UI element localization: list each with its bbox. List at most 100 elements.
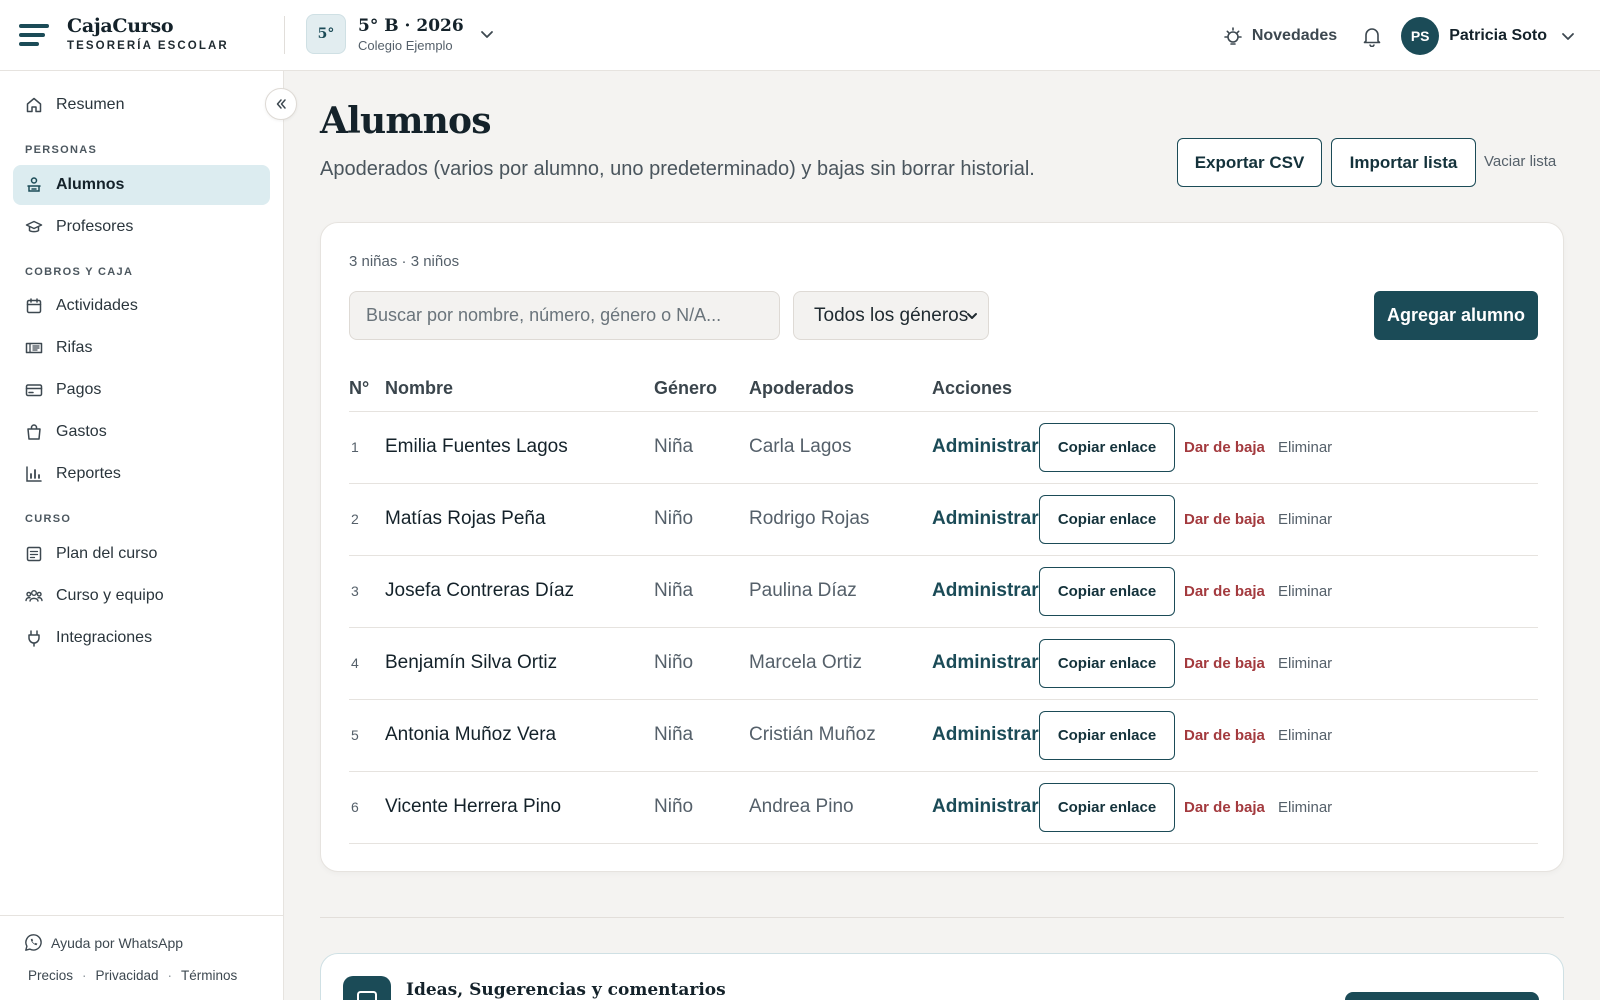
deactivate-link[interactable]: Dar de baja <box>1184 583 1265 600</box>
ticket-icon <box>25 342 43 354</box>
feedback-card: Ideas, Sugerencias y comentarios <box>320 953 1564 1000</box>
whatsapp-label: Ayuda por WhatsApp <box>51 934 184 951</box>
terms-link[interactable]: Términos <box>181 968 237 983</box>
sidebar-item-label: Resumen <box>56 96 125 113</box>
manage-link[interactable]: Administrar <box>932 796 1039 818</box>
deactivate-link[interactable]: Dar de baja <box>1184 727 1265 744</box>
deactivate-link[interactable]: Dar de baja <box>1184 799 1265 816</box>
brand[interactable]: CajaCurso TESORERÍA ESCOLAR <box>67 15 229 52</box>
table-row: 2 Matías Rojas Peña Niño Rodrigo Rojas A… <box>349 484 1538 556</box>
sidebar-item-label: Reportes <box>56 465 121 482</box>
column-header-gender: Género <box>654 378 718 398</box>
sidebar-item-team[interactable]: Curso y equipo <box>13 576 270 616</box>
copy-link-button[interactable]: Copiar enlace <box>1039 711 1175 760</box>
pricing-link[interactable]: Precios <box>28 968 73 983</box>
sidebar-item-label: Pagos <box>56 381 102 398</box>
manage-link[interactable]: Administrar <box>932 580 1039 602</box>
import-list-button[interactable]: Importar lista <box>1331 138 1476 187</box>
top-bar: CajaCurso TESORERÍA ESCOLAR 5° 5° B · 20… <box>0 0 1600 71</box>
gender-filter-value: Todos los géneros <box>814 304 969 326</box>
deactivate-link[interactable]: Dar de baja <box>1184 511 1265 528</box>
delete-link[interactable]: Eliminar <box>1278 655 1332 672</box>
sidebar-item-raffles[interactable]: Rifas <box>13 328 270 368</box>
menu-icon[interactable] <box>19 22 49 48</box>
course-badge: 5° <box>306 14 346 54</box>
student-name: Josefa Contreras Díaz <box>385 580 575 601</box>
news-label: Novedades <box>1251 26 1338 44</box>
sidebar-item-label: Rifas <box>56 339 93 356</box>
sidebar-item-label: Gastos <box>56 423 107 440</box>
sidebar-footer-divider <box>0 915 284 916</box>
legal-separator: · <box>82 968 87 983</box>
sidebar-item-label: Alumnos <box>56 176 125 193</box>
sidebar-item-summary[interactable]: Resumen <box>13 85 270 125</box>
copy-link-button[interactable]: Copiar enlace <box>1039 423 1175 472</box>
copy-link-button[interactable]: Copiar enlace <box>1039 783 1175 832</box>
student-gender: Niña <box>654 580 694 601</box>
gender-filter-select[interactable]: Todos los géneros <box>793 291 989 340</box>
sidebar-item-plan[interactable]: Plan del curso <box>13 534 270 574</box>
sidebar-item-expenses[interactable]: Gastos <box>13 412 270 452</box>
add-student-button[interactable]: Agregar alumno <box>1374 291 1538 340</box>
student-gender: Niño <box>654 796 694 817</box>
course-title: 5° B · 2026 <box>358 15 464 36</box>
plug-icon <box>28 630 40 647</box>
chevron-down-icon[interactable] <box>1561 29 1575 43</box>
chat-icon <box>343 976 391 1000</box>
sidebar-item-integrations[interactable]: Integraciones <box>13 618 270 658</box>
copy-link-button[interactable]: Copiar enlace <box>1039 567 1175 616</box>
double-chevron-left-icon <box>276 99 286 109</box>
clear-list-link[interactable]: Vaciar lista <box>1484 153 1556 170</box>
sun-bulb-icon <box>1224 26 1242 45</box>
bell-icon[interactable] <box>1361 25 1383 47</box>
table-row: 1 Emilia Fuentes Lagos Niña Carla Lagos … <box>349 412 1538 484</box>
student-number: 1 <box>351 439 359 455</box>
student-number: 4 <box>351 655 359 671</box>
delete-link[interactable]: Eliminar <box>1278 583 1332 600</box>
delete-link[interactable]: Eliminar <box>1278 799 1332 816</box>
student-gender: Niño <box>654 508 694 529</box>
sidebar-item-label: Curso y equipo <box>56 587 164 604</box>
student-guardian: Cristián Muñoz <box>749 724 876 745</box>
manage-link[interactable]: Administrar <box>932 508 1039 530</box>
privacy-link[interactable]: Privacidad <box>96 968 159 983</box>
sidebar-collapse-button[interactable] <box>265 88 297 120</box>
manage-link[interactable]: Administrar <box>932 436 1039 458</box>
home-icon <box>26 97 42 113</box>
copy-link-button[interactable]: Copiar enlace <box>1039 639 1175 688</box>
news-button[interactable]: Novedades <box>1222 25 1337 47</box>
delete-link[interactable]: Eliminar <box>1278 511 1332 528</box>
document-icon <box>26 546 42 562</box>
user-name[interactable]: Patricia Soto <box>1449 27 1547 45</box>
deactivate-link[interactable]: Dar de baja <box>1184 655 1265 672</box>
deactivate-link[interactable]: Dar de baja <box>1184 439 1265 456</box>
avatar[interactable]: PS <box>1401 16 1440 55</box>
student-name: Emilia Fuentes Lagos <box>385 436 568 457</box>
sidebar-item-activities[interactable]: Actividades <box>13 286 270 326</box>
feedback-button[interactable] <box>1345 992 1539 1000</box>
export-csv-button[interactable]: Exportar CSV <box>1177 138 1322 187</box>
student-gender: Niño <box>654 652 694 673</box>
student-number: 3 <box>351 583 359 599</box>
sidebar-item-teachers[interactable]: Profesores <box>13 207 270 247</box>
delete-link[interactable]: Eliminar <box>1278 439 1332 456</box>
student-name: Vicente Herrera Pino <box>385 796 562 817</box>
course-switcher[interactable]: 5° 5° B · 2026 Colegio Ejemplo <box>306 14 494 54</box>
whatsapp-help-link[interactable]: Ayuda por WhatsApp <box>24 933 183 952</box>
manage-link[interactable]: Administrar <box>932 724 1039 746</box>
sidebar-section-people: PERSONAS <box>25 144 98 156</box>
students-card: 3 niñas · 3 niños Todos los géneros Agre… <box>320 222 1564 872</box>
delete-link[interactable]: Eliminar <box>1278 727 1332 744</box>
copy-link-button[interactable]: Copiar enlace <box>1039 495 1175 544</box>
search-input[interactable] <box>349 291 780 340</box>
table-row: 4 Benjamín Silva Ortiz Niño Marcela Orti… <box>349 628 1538 700</box>
sidebar-item-students[interactable]: Alumnos <box>13 165 270 205</box>
sidebar-item-payments[interactable]: Pagos <box>13 370 270 410</box>
sidebar-item-reports[interactable]: Reportes <box>13 454 270 494</box>
student-number: 5 <box>351 727 359 743</box>
gender-counts: 3 niñas · 3 niños <box>349 253 460 270</box>
people-icon <box>25 590 43 602</box>
column-header-number: N° <box>349 378 370 398</box>
manage-link[interactable]: Administrar <box>932 652 1039 674</box>
student-gender: Niña <box>654 436 694 457</box>
